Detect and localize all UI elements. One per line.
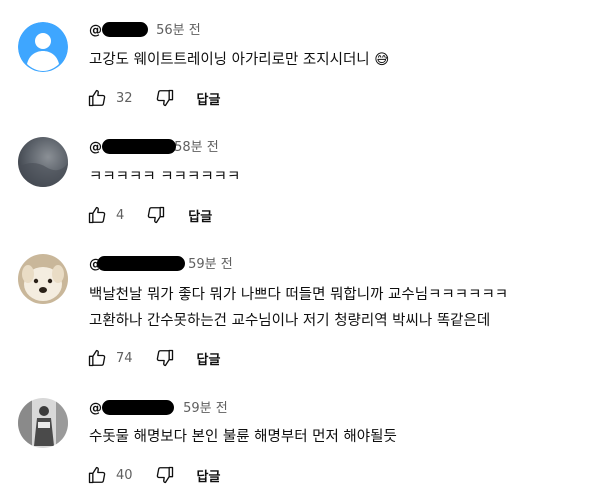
dog-avatar-image [18, 254, 68, 304]
default-avatar-icon [18, 22, 68, 72]
comment-actions: 40 답글 [87, 463, 220, 487]
like-count: 40 [116, 467, 133, 483]
reply-button[interactable]: 답글 [197, 89, 221, 108]
comment-time[interactable]: 56분 전 [156, 23, 201, 38]
comment-text-content: 고강도 웨이트트레이닝 아가리로만 조지시더니 [89, 52, 370, 68]
comment-time[interactable]: 59분 전 [183, 401, 228, 416]
redaction-mark [102, 400, 174, 415]
thumbs-down-icon[interactable] [155, 465, 175, 485]
redaction-mark [97, 256, 185, 271]
avatar[interactable] [18, 22, 68, 72]
like-count: 32 [116, 90, 133, 106]
avatar[interactable] [18, 137, 68, 187]
comment-meta: @ 59분 전 [89, 255, 233, 275]
avatar[interactable] [18, 254, 68, 304]
author-handle[interactable]: @ [89, 21, 102, 41]
comment-actions: 74 답글 [87, 346, 220, 370]
author-handle[interactable]: @ [89, 138, 102, 158]
redaction-mark [102, 139, 176, 154]
grinning-sweat-emoji: 😅 [374, 52, 390, 68]
reply-button[interactable]: 답글 [188, 206, 212, 225]
comment-meta: @ 56분 전 [89, 21, 201, 41]
comment-actions: 4 답글 [87, 203, 212, 227]
comment-text: 백날천날 뭐가 좋다 뭐가 나쁘다 떠들면 뭐합니까 교수님ㅋㅋㅋㅋㅋㅋ 고환하… [89, 284, 589, 332]
comment-text: 수돗물 해명보다 본인 불륜 해명부터 먼저 해야될듯 [89, 429, 397, 445]
comment-meta: @ 59분 전 [89, 399, 228, 419]
thumbs-up-icon[interactable] [87, 88, 107, 108]
like-count: 4 [116, 207, 125, 223]
avatar-image [18, 137, 68, 187]
comment-meta: @ 58분 전 [89, 138, 219, 158]
comment-text: ㅋㅋㅋㅋㅋ ㅋㅋㅋㅋㅋㅋ [89, 169, 241, 185]
thumbs-up-icon[interactable] [87, 205, 107, 225]
comment-text: 고강도 웨이트트레이닝 아가리로만 조지시더니 😅 [89, 49, 589, 71]
thumbs-down-icon[interactable] [155, 348, 175, 368]
comment-text-line: 고환하나 간수못하는건 교수님이나 저기 청량리역 박씨나 똑같은데 [89, 313, 491, 329]
reply-button[interactable]: 답글 [197, 349, 221, 368]
comment-text-line: 백날천날 뭐가 좋다 뭐가 나쁘다 떠들면 뭐합니까 교수님ㅋㅋㅋㅋㅋㅋ [89, 287, 509, 303]
avatar[interactable] [18, 398, 68, 448]
thumbs-down-icon[interactable] [146, 205, 166, 225]
redaction-mark [102, 22, 148, 37]
comment-time[interactable]: 58분 전 [174, 140, 219, 155]
author-handle[interactable]: @ [89, 399, 102, 419]
thumbs-up-icon[interactable] [87, 348, 107, 368]
like-count: 74 [116, 350, 133, 366]
reply-button[interactable]: 답글 [197, 466, 221, 485]
comment-actions: 32 답글 [87, 86, 220, 110]
thumbs-down-icon[interactable] [155, 88, 175, 108]
comment-time[interactable]: 59분 전 [188, 257, 233, 272]
thumbs-up-icon[interactable] [87, 465, 107, 485]
person-avatar-image [18, 398, 68, 448]
